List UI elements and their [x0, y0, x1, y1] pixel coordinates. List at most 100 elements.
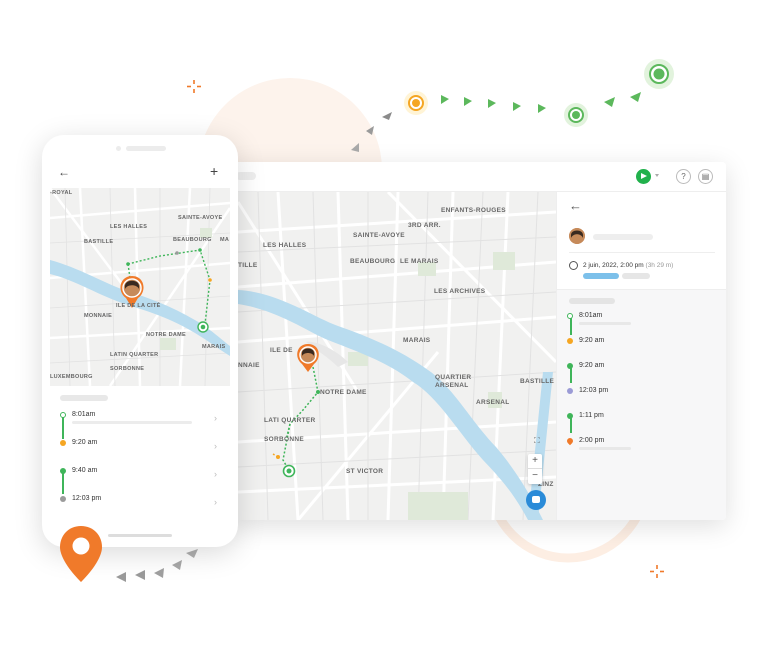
trip-header: ← 2 juin, 2022, 2:00 pm (3h 29 m): [557, 192, 726, 290]
stop-dot-icon: [567, 338, 573, 344]
list-header-placeholder: [60, 395, 108, 401]
map-label-notre-dame: NOTRE DAME: [320, 389, 367, 396]
map-label-sainte-avoye: SAINTE-AVOYE: [178, 215, 222, 221]
map-label-marais: MARAIS: [403, 337, 431, 344]
user-name-placeholder: [593, 234, 653, 240]
map-label-tille: TILLE: [238, 262, 258, 269]
home-indicator: [108, 534, 172, 537]
desktop-toolbar: ? ▤: [232, 162, 726, 192]
list-item[interactable]: 8:01am ›: [60, 411, 226, 433]
desktop-map-canvas: LES HALLES SAINTE-AVOYE 3RD ARR. ENFANTS…: [238, 192, 556, 520]
map-label-ile-de-la-cite: ILE DE LA CITÉ: [116, 301, 161, 309]
mobile-map-canvas: -ROYAL LES HALLES SAINTE-AVOYE BASTILLE …: [50, 188, 230, 386]
zoom-controls: + −: [528, 454, 542, 484]
stop-time: 9:20 am: [579, 337, 605, 344]
map-label-ma: MA: [220, 237, 229, 243]
stop-time: 9:20 am: [72, 439, 98, 446]
stop-time: 8:01am: [72, 411, 96, 418]
stop-dot-icon: [60, 468, 66, 474]
trip-date: 2 juin, 2022, 2:00 pm (3h 29 m): [583, 262, 673, 269]
chat-button[interactable]: [526, 490, 546, 510]
stop-address-placeholder: [579, 322, 631, 325]
stop-start-icon: [567, 313, 573, 319]
stop-time: 9:40 am: [72, 467, 98, 474]
map-label-les-halles: LES HALLES: [110, 224, 147, 230]
trip-duration: (3h 29 m): [645, 262, 674, 269]
map-label-les-archives: LES ARCHIVES: [434, 288, 486, 295]
chevron-right-icon[interactable]: ›: [214, 469, 217, 479]
chevron-right-icon[interactable]: ›: [214, 413, 217, 423]
map-layers-icon[interactable]: ⛶: [534, 436, 546, 448]
start-location-marker: [197, 321, 209, 333]
map-label-sorbonne: SORBONNE: [110, 366, 144, 372]
map-label-sorbonne: SORBONNE: [264, 436, 304, 443]
destination-pin-icon: [565, 436, 575, 446]
desktop-app-window: ? ▤ LES HALLES SAINTE-AVOYE 3RD ARR. ENF…: [232, 162, 726, 520]
map-label-nnaie: NNAIE: [238, 362, 260, 369]
divider: [569, 252, 715, 253]
map-label-beaubourg: BEAUBOURG: [173, 237, 212, 243]
start-location-marker: [282, 464, 296, 478]
phone-camera: [116, 146, 121, 151]
list-header-placeholder: [569, 298, 615, 304]
sparkle-icon: [650, 565, 664, 578]
stop-time: 12:03 pm: [72, 495, 102, 502]
route-arrows-top: [351, 92, 641, 152]
map-label-quartier-2: ARSENAL: [435, 382, 469, 389]
map-label-quartier: QUARTIER: [435, 374, 471, 381]
back-button[interactable]: ←: [569, 198, 582, 213]
zoom-out-button[interactable]: −: [528, 469, 542, 484]
map-label-enfants-rouges: ENFANTS-ROUGES: [441, 207, 506, 214]
play-button[interactable]: [636, 169, 651, 184]
stop-address-placeholder: [72, 421, 192, 424]
trip-stop-list: 8:01am 9:20 am 9:20 am 12:03 pm 1:11 pm: [557, 290, 726, 520]
list-item[interactable]: 9:20 am ›: [60, 439, 226, 461]
timeline-segment: [570, 317, 572, 335]
add-button[interactable]: +: [210, 163, 218, 179]
map-label-le-marais: LE MARAIS: [400, 258, 439, 265]
map-label-bastille: BASTILLE: [520, 378, 555, 385]
stop-time: 12:03 pm: [579, 387, 609, 394]
chevron-down-icon[interactable]: [655, 174, 659, 177]
list-item[interactable]: 9:40 am ›: [60, 467, 226, 489]
phone-speaker: [126, 146, 166, 151]
stop-dot-icon: [567, 413, 573, 419]
stop-time: 1:11 pm: [579, 412, 604, 419]
yellow-stop-marker: [404, 91, 428, 115]
stop-time: 8:01am: [579, 312, 603, 319]
desktop-map[interactable]: LES HALLES SAINTE-AVOYE 3RD ARR. ENFANTS…: [238, 192, 556, 520]
layers-icon[interactable]: ▤: [698, 169, 713, 184]
stop-time: 9:20 am: [579, 362, 605, 369]
map-label-luxembourg: LUXEMBOURG: [50, 374, 93, 380]
status-badge: [583, 273, 619, 279]
toolbar-placeholder: [236, 172, 256, 180]
stop-dot-icon: [60, 496, 66, 502]
mobile-map[interactable]: -ROYAL LES HALLES SAINTE-AVOYE BASTILLE …: [50, 188, 230, 386]
list-item[interactable]: 12:03 pm ›: [60, 495, 226, 517]
chevron-right-icon[interactable]: ›: [214, 497, 217, 507]
route-arrows-bottom: [116, 549, 198, 582]
back-button[interactable]: ←: [58, 165, 70, 179]
map-label-notre-dame: NOTRE DAME: [146, 332, 186, 338]
avatar: [569, 228, 585, 244]
mobile-phone: ← + -ROYAL LES HALLES SAINTE-AVOYE BASTI…: [42, 135, 238, 547]
map-label-royal: -ROYAL: [50, 190, 73, 196]
location-pin-icon: [60, 526, 102, 582]
clock-icon: [569, 261, 578, 270]
map-label-marais: MARAIS: [202, 344, 226, 350]
map-label-3rd-arr: 3RD ARR.: [408, 222, 441, 229]
sparkle-icon: [187, 80, 201, 93]
trip-sidebar: ← 2 juin, 2022, 2:00 pm (3h 29 m) 8:01am: [556, 192, 726, 520]
help-icon[interactable]: ?: [676, 169, 691, 184]
stop-time: 2:00 pm: [579, 437, 605, 444]
mobile-stop-list: 8:01am › 9:20 am › 9:40 am › 12:03 pm ›: [50, 386, 230, 536]
stop-start-icon: [60, 412, 66, 418]
zoom-in-button[interactable]: +: [528, 454, 542, 469]
map-label-ile-de: ILE DE: [270, 347, 293, 354]
trip-date-text: 2 juin, 2022, 2:00 pm: [583, 262, 644, 269]
map-label-latin-quarter: LATI QUARTER: [264, 417, 316, 424]
status-badge-secondary: [622, 273, 650, 279]
green-stop-marker: [564, 103, 588, 127]
stop-dot-icon: [567, 388, 573, 394]
chevron-right-icon[interactable]: ›: [214, 441, 217, 451]
